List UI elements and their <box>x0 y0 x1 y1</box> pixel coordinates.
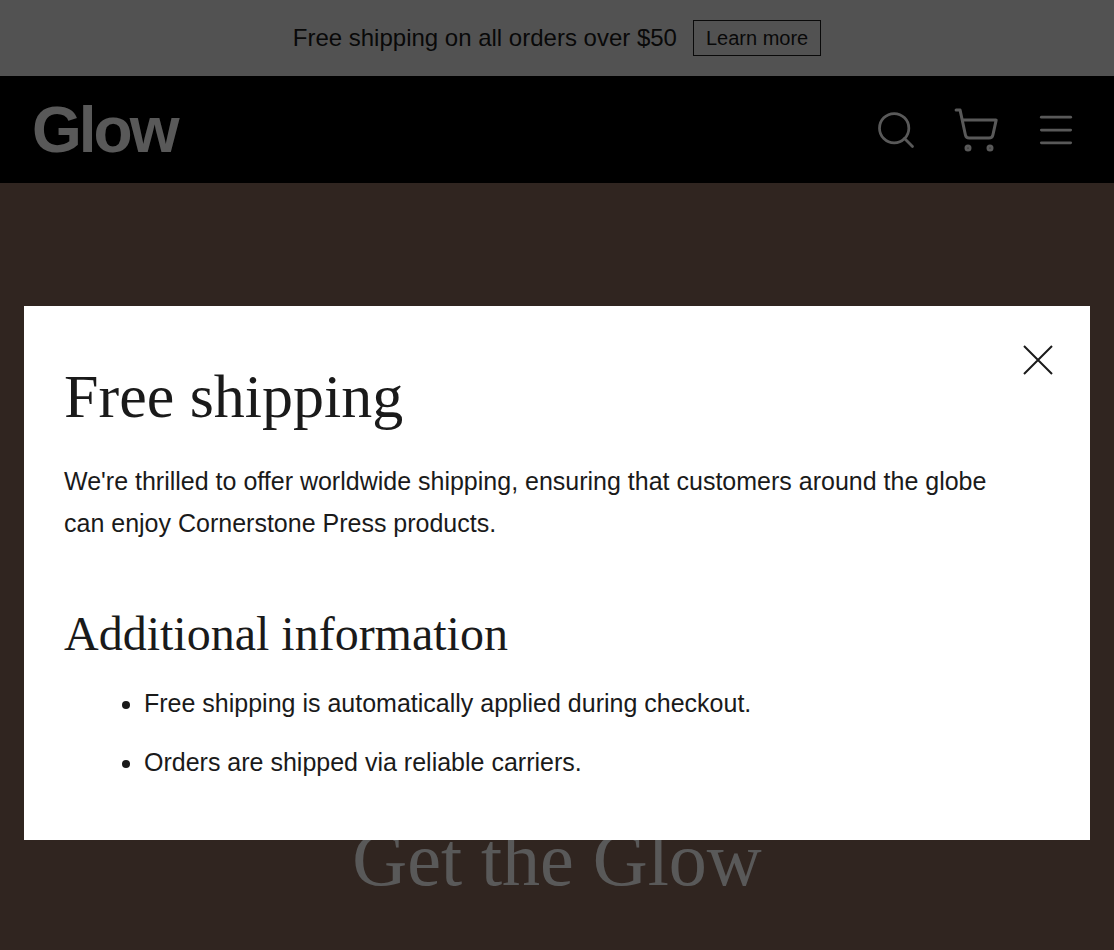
free-shipping-modal: Free shipping We're thrilled to offer wor… <box>24 306 1090 840</box>
modal-title: Free shipping <box>64 358 1050 434</box>
page: Free shipping on all orders over $50Lear… <box>0 0 1114 950</box>
info-list: Free shipping is automatically applied d… <box>64 684 1050 781</box>
modal-subtitle: Additional information <box>64 604 1050 664</box>
close-icon[interactable] <box>1022 344 1054 376</box>
info-list-item: Orders are shipped via reliable carriers… <box>144 743 1050 781</box>
modal-body: We're thrilled to offer worldwide shippi… <box>64 460 1050 544</box>
close-button[interactable] <box>1022 344 1054 376</box>
info-list-item: Free shipping is automatically applied d… <box>144 684 1050 722</box>
